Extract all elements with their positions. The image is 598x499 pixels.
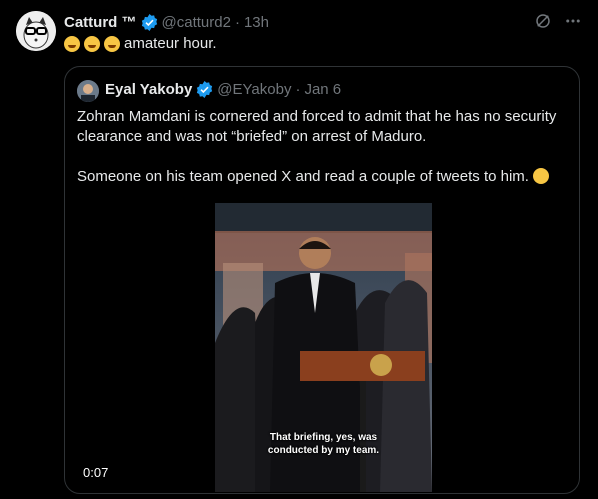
quoted-author-name[interactable]: Eyal Yakoby	[105, 81, 192, 98]
joy-emoji-icon	[84, 35, 100, 52]
joy-emoji-icon	[64, 35, 80, 52]
grok-icon[interactable]	[534, 12, 552, 30]
rofl-emoji-icon	[533, 168, 550, 184]
quoted-paragraph-2: Someone on his team opened X and read a …	[77, 168, 529, 185]
tweet-time[interactable]: 13h	[244, 14, 269, 31]
author-name[interactable]: Catturd ™	[64, 14, 137, 31]
quoted-paragraph-2-wrap: Someone on his team opened X and read a …	[77, 167, 567, 187]
quoted-paragraph-1: Zohran Mamdani is cornered and forced to…	[77, 108, 557, 145]
author-avatar[interactable]	[16, 11, 56, 51]
tweet-header: Catturd ™ @catturd2 · 13h	[64, 12, 582, 32]
quoted-body: Zohran Mamdani is cornered and forced to…	[77, 107, 567, 187]
tweet-body: amateur hour.	[64, 35, 217, 52]
separator-dot: ·	[234, 13, 240, 31]
verified-badge-icon	[197, 81, 213, 98]
quoted-author-handle[interactable]: @EYakoby	[217, 81, 291, 98]
quoted-time[interactable]: Jan 6	[304, 81, 341, 98]
video-timestamp: 0:07	[77, 464, 115, 481]
author-handle[interactable]: @catturd2	[162, 14, 231, 31]
caption-line-1: That briefing, yes, was	[269, 432, 378, 443]
separator-dot: ·	[295, 81, 301, 98]
tweet-text: amateur hour.	[124, 35, 217, 52]
caption-line-2: conducted by my team.	[267, 445, 380, 456]
video-player[interactable]: That briefing, yes, was conducted by my …	[215, 203, 432, 492]
more-options-icon[interactable]	[564, 12, 582, 30]
quoted-author-avatar[interactable]	[77, 80, 99, 102]
header-actions	[534, 12, 582, 30]
quoted-tweet[interactable]: Eyal Yakoby @EYakoby · Jan 6 Zohran Mamd…	[64, 66, 580, 494]
verified-badge-icon	[141, 13, 157, 31]
video-caption: That briefing, yes, was conducted by my …	[215, 431, 432, 457]
quoted-header: Eyal Yakoby @EYakoby · Jan 6	[105, 81, 341, 98]
joy-emoji-icon	[104, 35, 120, 52]
